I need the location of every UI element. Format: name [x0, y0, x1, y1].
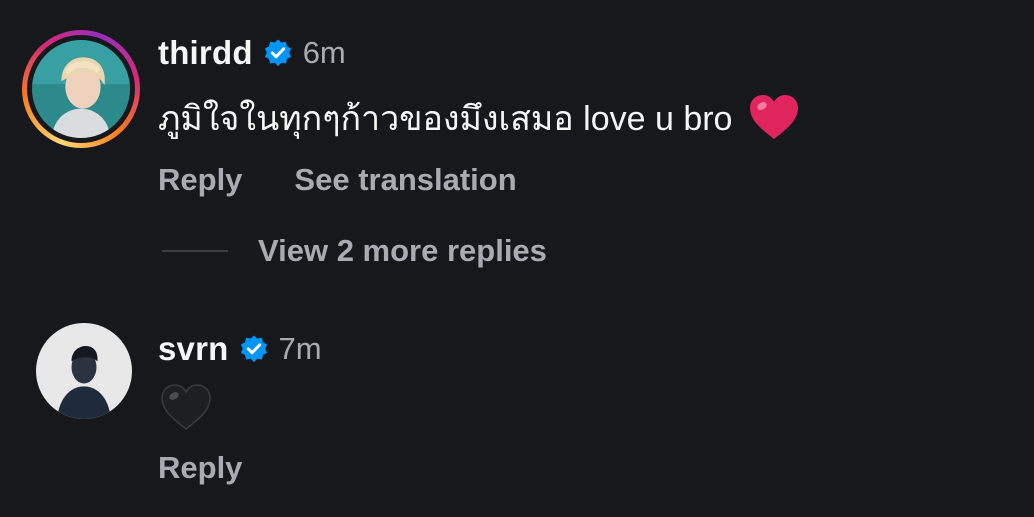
comment-header: thirdd 6m: [158, 34, 346, 72]
black-heart-icon: [161, 384, 211, 430]
comment-text-row: [160, 382, 212, 434]
reply-button[interactable]: Reply: [158, 162, 242, 198]
comment-text: ภูมิใจในทุกๆก้าวของมึงเสมอ love u bro: [158, 100, 733, 138]
username[interactable]: svrn: [158, 330, 229, 368]
view-more-divider: [162, 250, 228, 252]
see-translation-button[interactable]: See translation: [294, 162, 516, 198]
avatar: [36, 323, 132, 419]
comment-time: 7m: [278, 331, 322, 366]
comment-header: svrn 7m: [158, 330, 322, 368]
avatar: [32, 40, 130, 138]
comment-actions: Reply: [158, 450, 242, 486]
verified-badge-icon: [240, 335, 267, 363]
red-heart-icon: [750, 95, 799, 139]
view-more-replies-label[interactable]: View 2 more replies: [258, 233, 547, 269]
verified-badge-icon: [264, 39, 291, 67]
avatar-container[interactable]: [36, 323, 132, 419]
comment-time: 6m: [302, 35, 346, 70]
reply-button[interactable]: Reply: [158, 450, 242, 486]
username[interactable]: thirdd: [158, 34, 253, 72]
avatar-photo-icon: [36, 323, 132, 419]
avatar-photo-icon: [32, 40, 130, 138]
avatar-story-ring[interactable]: [22, 30, 140, 148]
view-more-replies[interactable]: View 2 more replies: [162, 233, 547, 269]
comment-text-row: ภูมิใจในทุกๆก้าวของมึงเสมอ love u bro: [158, 94, 800, 142]
avatar-ring-gap: [27, 35, 135, 143]
comment-actions: Reply See translation: [158, 162, 517, 198]
